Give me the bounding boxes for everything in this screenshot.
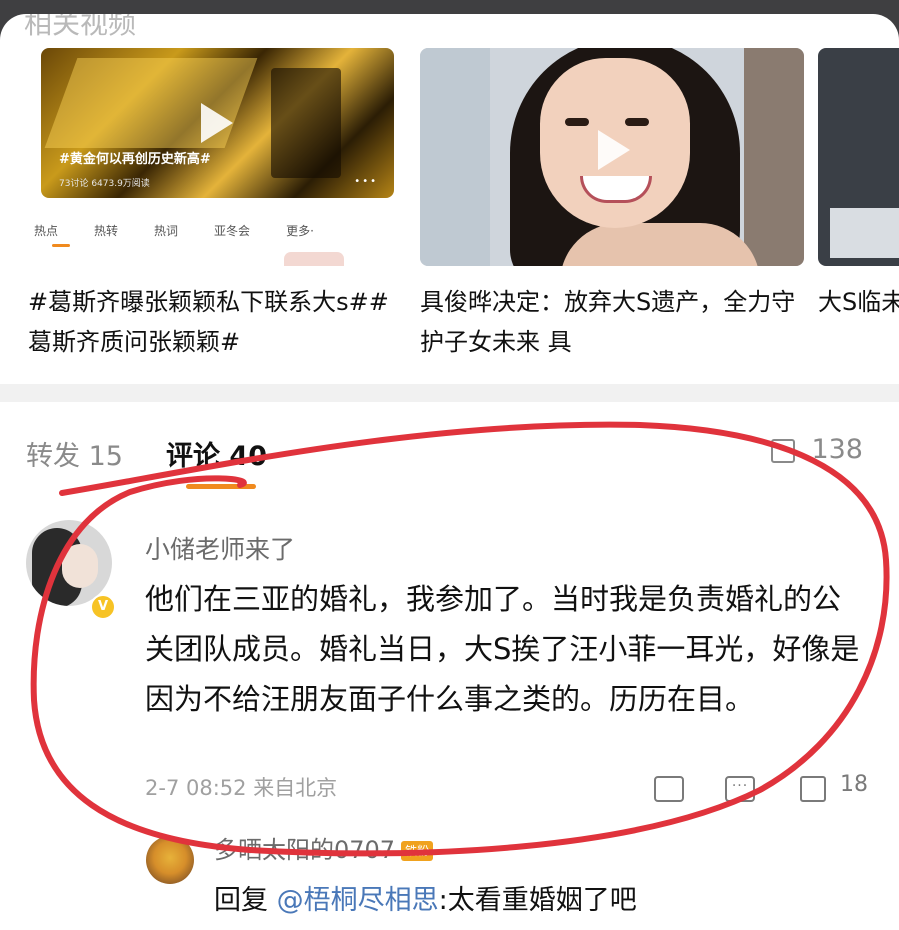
comment-time: 2-7 08:52 <box>145 776 247 800</box>
video-thumbnail-1: #黄金何以再创历史新高# 73讨论 6473.9万阅读 ••• <box>41 48 394 198</box>
reply-username-text: 多晒太阳的0707 <box>214 836 396 864</box>
active-tab-indicator <box>186 484 256 489</box>
section-title: 相关视频 <box>24 14 137 40</box>
comment-text: 他们在三亚的婚礼，我参加了。当时我是负责婚礼的公关团队成员。婚礼当日，大S挨了汪… <box>145 582 860 716</box>
video-card-1[interactable]: #黄金何以再创历史新高# 73讨论 6473.9万阅读 ••• 热点 热转 热词… <box>24 48 404 266</box>
comment-location: 来自北京 <box>253 776 338 800</box>
thumbnail-tab: 亚冬会 <box>214 224 251 238</box>
reply-text: 回复 @梧桐尽相思:太看重婚姻了吧 <box>214 878 637 917</box>
comment-icon[interactable]: ··· <box>725 776 755 802</box>
reply-avatar[interactable] <box>146 836 194 884</box>
comment-meta: 2-7 08:52 来自北京 <box>145 772 337 802</box>
comment-like-count: 18 <box>840 772 868 797</box>
post-detail-card: 相关视频 #黄金何以再创历史新高# 73讨论 6473.9万阅读 ••• 热点 … <box>0 14 899 930</box>
reply-content: :太看重婚姻了吧 <box>438 885 637 916</box>
thumbnail-stats: 73讨论 6473.9万阅读 <box>59 179 150 189</box>
share-icon[interactable] <box>654 776 684 802</box>
thumbnail-tab: 更多· <box>286 224 314 238</box>
thumbnail-caption: #黄金何以再创历史新高# <box>59 152 211 167</box>
tab-repost-count: 15 <box>88 441 123 472</box>
reply-username[interactable]: 多晒太阳的0707 铁粉 <box>214 830 434 865</box>
avatar-face <box>62 544 98 588</box>
thumbnail-background <box>744 48 804 266</box>
thumb-up-icon[interactable] <box>800 776 826 802</box>
video-title-2[interactable]: 具俊晔决定：放弃大S遗产，全力守护子女未来 具 <box>420 282 800 362</box>
tab-comment-label: 评论 <box>166 441 220 472</box>
section-divider <box>0 384 899 402</box>
play-icon[interactable] <box>598 130 630 170</box>
thumbnail-tab: 热转 <box>94 224 119 238</box>
video-card-2[interactable] <box>420 48 804 266</box>
thumb-up-icon <box>770 438 795 463</box>
portrait-eye <box>565 118 589 126</box>
tab-comment[interactable]: 评论 40 <box>166 434 267 473</box>
verified-icon: V <box>90 594 116 620</box>
carousel-dots: ••• <box>354 176 378 187</box>
thumbnail-background <box>420 48 490 266</box>
thumbnail-tab-strip: 热点 热转 热词 亚冬会 更多· <box>34 222 394 239</box>
tab-repost-label: 转发 <box>26 441 80 472</box>
reply-mention[interactable]: @梧桐尽相思 <box>277 885 439 916</box>
video-title-3[interactable]: 大S临未提汪 <box>818 282 899 322</box>
avatar[interactable] <box>26 520 112 606</box>
portrait-eye <box>625 118 649 126</box>
tab-like[interactable]: 138 <box>770 434 863 465</box>
comment-username[interactable]: 小储老师来了 <box>145 530 295 566</box>
tab-comment-count: 40 <box>229 441 267 472</box>
tab-repost[interactable]: 转发 15 <box>26 434 123 473</box>
video-card-3[interactable] <box>818 48 899 266</box>
thumbnail-decoration <box>271 68 341 178</box>
thumbnail-tab: 热词 <box>154 224 179 238</box>
thumbnail-tab-underline <box>52 244 70 247</box>
thumbnail-tab: 热点 <box>34 224 59 238</box>
fan-badge: 铁粉 <box>401 841 434 861</box>
tab-like-count: 138 <box>811 434 863 465</box>
reply-prefix: 回复 <box>214 885 277 916</box>
thumbnail-decoration <box>284 252 344 266</box>
thumbnail-decoration <box>830 208 899 258</box>
play-icon[interactable] <box>201 103 233 143</box>
video-title-1[interactable]: #葛斯齐曝张颖颖私下联系大s##葛斯齐质问张颖颖# <box>28 282 408 362</box>
